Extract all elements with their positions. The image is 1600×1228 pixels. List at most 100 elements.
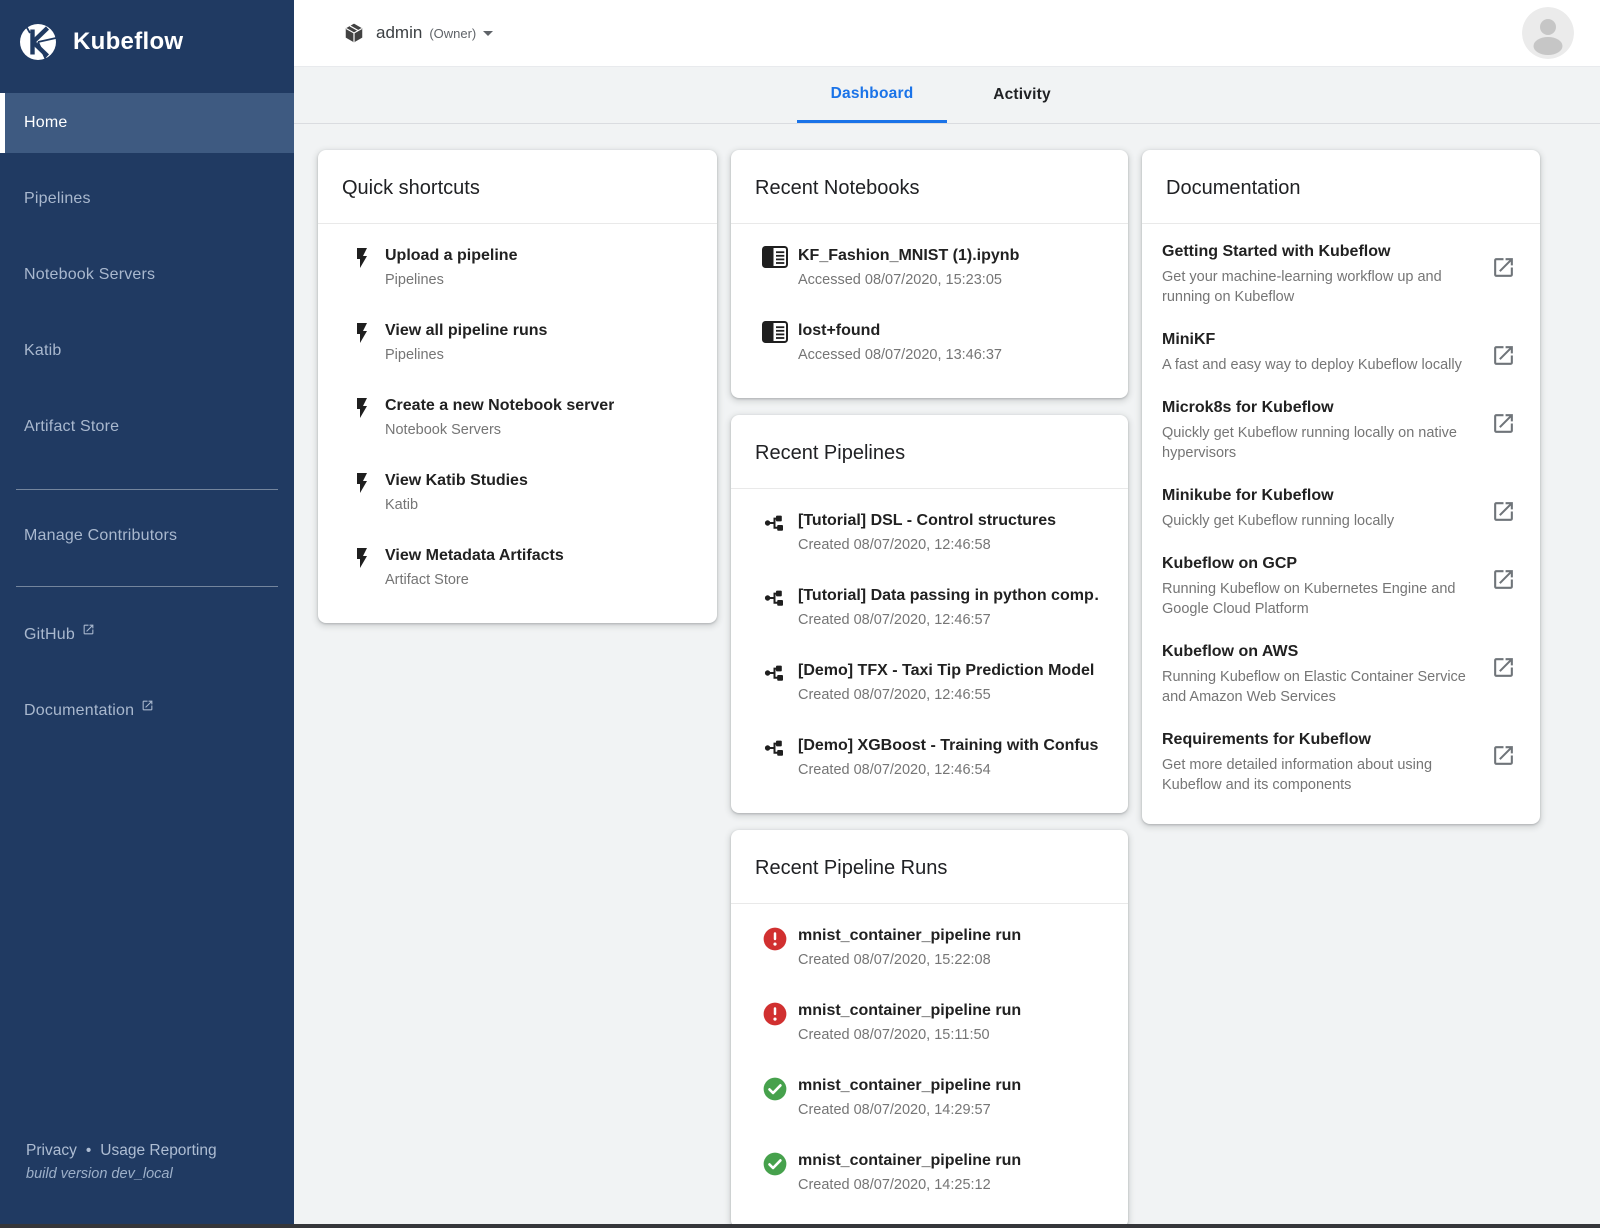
- open-in-new-icon[interactable]: [1491, 411, 1516, 463]
- shortcut-subtitle: Katib: [385, 495, 528, 515]
- doc-title: Requirements for Kubeflow: [1162, 729, 1478, 751]
- recent-pipelines-card: Recent Pipelines [Tutorial] DSL - Contro…: [731, 415, 1128, 813]
- open-in-new-icon[interactable]: [1491, 743, 1516, 795]
- run-title: mnist_container_pipeline run: [798, 1150, 1021, 1172]
- shortcut-view-pipeline-runs[interactable]: View all pipeline runs Pipelines: [318, 305, 717, 380]
- doc-item-gcp[interactable]: Kubeflow on GCP Running Kubeflow on Kube…: [1142, 542, 1540, 630]
- notebook-item[interactable]: KF_Fashion_MNIST (1).ipynb Accessed 08/0…: [731, 230, 1128, 305]
- pipeline-icon: [761, 736, 788, 760]
- tab-activity[interactable]: Activity: [947, 67, 1097, 123]
- doc-item-aws[interactable]: Kubeflow on AWS Running Kubeflow on Elas…: [1142, 630, 1540, 718]
- shortcut-view-katib-studies[interactable]: View Katib Studies Katib: [318, 455, 717, 530]
- pipeline-created: Created 08/07/2020, 12:46:54: [798, 760, 1098, 780]
- build-version: build version dev_local: [26, 1166, 217, 1182]
- external-link-icon: [141, 699, 154, 712]
- documentation-card: Documentation Getting Started with Kubef…: [1142, 150, 1540, 824]
- doc-title: MiniKF: [1162, 329, 1462, 351]
- pipeline-item[interactable]: [Tutorial] Data passing in python comp… …: [731, 570, 1128, 645]
- external-link-icon: [82, 623, 95, 636]
- avatar[interactable]: [1522, 7, 1574, 59]
- pipeline-icon: [761, 511, 788, 535]
- tab-bar: Dashboard Activity: [294, 67, 1600, 124]
- pipeline-title: [Tutorial] DSL - Control structures: [798, 510, 1056, 532]
- shortcut-subtitle: Pipelines: [385, 270, 517, 290]
- open-in-new-icon[interactable]: [1491, 499, 1516, 531]
- shortcut-subtitle: Artifact Store: [385, 570, 564, 590]
- recent-pipeline-runs-card: Recent Pipeline Runs mnist_container_pip…: [731, 830, 1128, 1228]
- tab-dashboard[interactable]: Dashboard: [797, 67, 947, 123]
- notebook-item[interactable]: lost+found Accessed 08/07/2020, 13:46:37: [731, 305, 1128, 380]
- pipeline-title: [Tutorial] Data passing in python comp…: [798, 585, 1098, 607]
- notebook-title: KF_Fashion_MNIST (1).ipynb: [798, 245, 1019, 267]
- sidebar-item-label: Notebook Servers: [24, 266, 155, 284]
- recent-notebooks-list: KF_Fashion_MNIST (1).ipynb Accessed 08/0…: [731, 224, 1128, 398]
- sidebar-item-notebook-servers[interactable]: Notebook Servers: [0, 245, 294, 305]
- doc-item-microk8s[interactable]: Microk8s for Kubeflow Quickly get Kubefl…: [1142, 386, 1540, 474]
- pipeline-icon: [761, 661, 788, 685]
- bolt-icon: [348, 321, 375, 345]
- open-in-new-icon[interactable]: [1491, 255, 1516, 307]
- open-in-new-icon[interactable]: [1491, 343, 1516, 375]
- success-icon: [761, 1076, 788, 1102]
- dashboard-content: Quick shortcuts Upload a pipeline Pipeli…: [294, 124, 1600, 1228]
- recent-pipelines-list: [Tutorial] DSL - Control structures Crea…: [731, 489, 1128, 813]
- shortcut-title: View Katib Studies: [385, 470, 528, 492]
- doc-item-minikube[interactable]: Minikube for Kubeflow Quickly get Kubefl…: [1142, 474, 1540, 542]
- run-title: mnist_container_pipeline run: [798, 925, 1021, 947]
- bolt-icon: [348, 471, 375, 495]
- doc-item-minikf[interactable]: MiniKF A fast and easy way to deploy Kub…: [1142, 318, 1540, 386]
- pipeline-item[interactable]: [Demo] TFX - Taxi Tip Prediction Model ……: [731, 645, 1128, 720]
- notebook-accessed: Accessed 08/07/2020, 13:46:37: [798, 345, 1002, 365]
- recent-pipeline-runs-list: mnist_container_pipeline run Created 08/…: [731, 904, 1128, 1228]
- card-title: Documentation: [1142, 150, 1540, 224]
- run-created: Created 08/07/2020, 14:25:12: [798, 1175, 1021, 1195]
- shortcut-title: View Metadata Artifacts: [385, 545, 564, 567]
- sidebar-item-manage-contributors[interactable]: Manage Contributors: [0, 506, 294, 566]
- sidebar-item-documentation[interactable]: Documentation: [0, 681, 294, 741]
- shortcut-upload-pipeline[interactable]: Upload a pipeline Pipelines: [318, 230, 717, 305]
- pipeline-created: Created 08/07/2020, 12:46:58: [798, 535, 1056, 555]
- notebook-icon: [761, 321, 788, 343]
- pipeline-run-item[interactable]: mnist_container_pipeline run Created 08/…: [731, 985, 1128, 1060]
- doc-title: Kubeflow on GCP: [1162, 553, 1478, 575]
- doc-item-requirements[interactable]: Requirements for Kubeflow Get more detai…: [1142, 718, 1540, 806]
- bolt-icon: [348, 396, 375, 420]
- namespace-role: (Owner): [429, 26, 476, 41]
- open-in-new-icon[interactable]: [1491, 567, 1516, 619]
- kubeflow-logo[interactable]: Kubeflow: [0, 0, 294, 84]
- sidebar-item-pipelines[interactable]: Pipelines: [0, 169, 294, 229]
- pipeline-created: Created 08/07/2020, 12:46:55: [798, 685, 1098, 705]
- open-in-new-icon[interactable]: [1491, 655, 1516, 707]
- kubeflow-dashboard: Kubeflow Home Pipelines Notebook Servers…: [0, 0, 1600, 1228]
- run-title: mnist_container_pipeline run: [798, 1075, 1021, 1097]
- sidebar-item-katib[interactable]: Katib: [0, 321, 294, 381]
- run-created: Created 08/07/2020, 15:11:50: [798, 1025, 1021, 1045]
- doc-title: Kubeflow on AWS: [1162, 641, 1478, 663]
- chevron-down-icon: [476, 21, 500, 45]
- namespace-name: admin: [376, 23, 422, 43]
- notebook-accessed: Accessed 08/07/2020, 15:23:05: [798, 270, 1019, 290]
- shortcut-create-notebook-server[interactable]: Create a new Notebook server Notebook Se…: [318, 380, 717, 455]
- pipeline-run-item[interactable]: mnist_container_pipeline run Created 08/…: [731, 910, 1128, 985]
- shortcut-subtitle: Pipelines: [385, 345, 547, 365]
- card-title: Quick shortcuts: [318, 150, 717, 224]
- doc-description: Get your machine-learning workflow up an…: [1162, 267, 1478, 307]
- pipeline-title: [Demo] TFX - Taxi Tip Prediction Model …: [798, 660, 1098, 682]
- pipeline-run-item[interactable]: mnist_container_pipeline run Created 08/…: [731, 1060, 1128, 1135]
- footer-separator: •: [86, 1142, 91, 1160]
- sidebar-item-github[interactable]: GitHub: [0, 605, 294, 665]
- card-title: Recent Pipelines: [731, 415, 1128, 489]
- column-left: Quick shortcuts Upload a pipeline Pipeli…: [318, 150, 717, 623]
- sidebar-item-home[interactable]: Home: [0, 93, 294, 153]
- shortcut-view-metadata-artifacts[interactable]: View Metadata Artifacts Artifact Store: [318, 530, 717, 605]
- privacy-link[interactable]: Privacy: [26, 1142, 77, 1160]
- pipeline-run-item[interactable]: mnist_container_pipeline run Created 08/…: [731, 1135, 1128, 1210]
- doc-item-getting-started[interactable]: Getting Started with Kubeflow Get your m…: [1142, 230, 1540, 318]
- sidebar-item-artifact-store[interactable]: Artifact Store: [0, 397, 294, 457]
- pipeline-item[interactable]: [Demo] XGBoost - Training with Confusi… …: [731, 720, 1128, 795]
- sidebar-item-label: Katib: [24, 342, 61, 360]
- usage-reporting-link[interactable]: Usage Reporting: [100, 1142, 216, 1160]
- run-created: Created 08/07/2020, 15:22:08: [798, 950, 1021, 970]
- namespace-selector[interactable]: admin (Owner): [343, 21, 500, 45]
- pipeline-item[interactable]: [Tutorial] DSL - Control structures Crea…: [731, 495, 1128, 570]
